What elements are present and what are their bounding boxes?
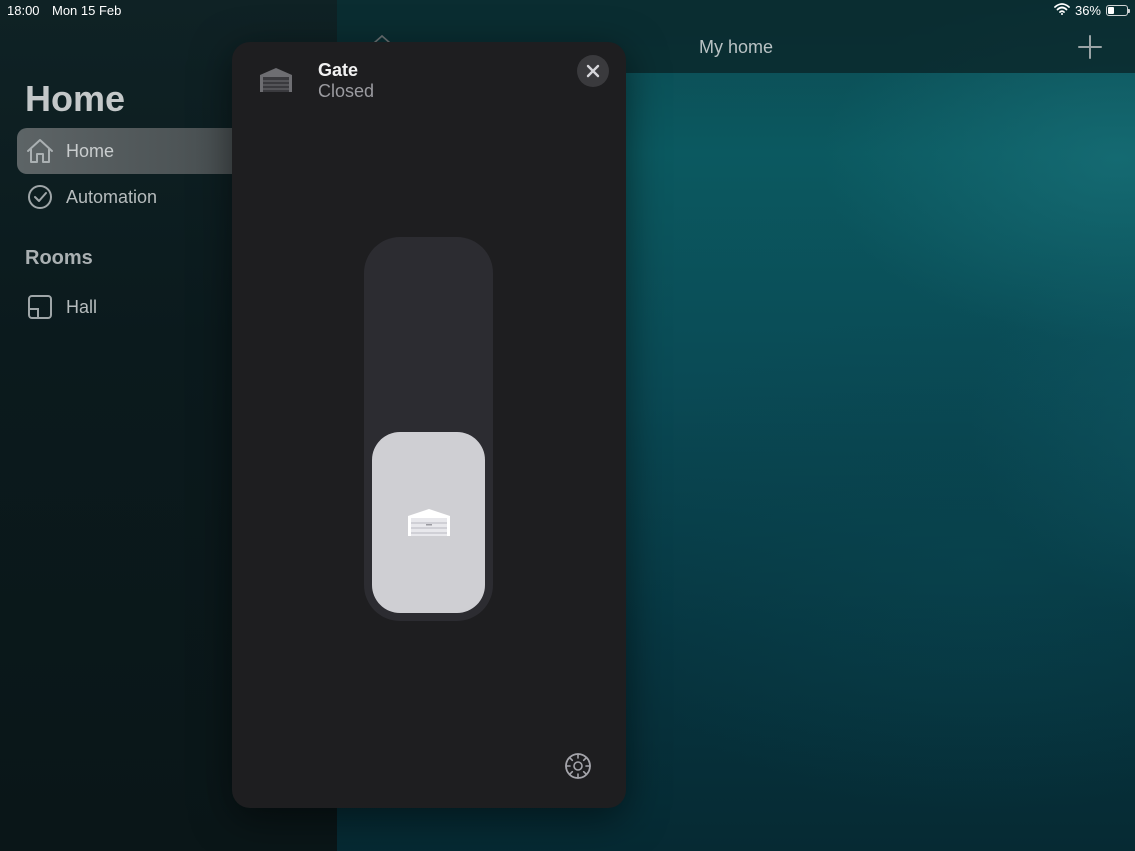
status-date: Mon 15 Feb bbox=[52, 3, 122, 18]
accessory-status: Closed bbox=[318, 81, 375, 101]
sidebar-item-hall[interactable]: Hall bbox=[17, 284, 247, 330]
status-indicators: 36% bbox=[1054, 3, 1130, 18]
sidebar-item-label: Hall bbox=[66, 296, 98, 317]
sidebar-item-label: Automation bbox=[66, 186, 158, 207]
status-time: 18:00 bbox=[7, 3, 40, 18]
home-app-screen: My home Home Home Automation Rooms Hall … bbox=[0, 0, 1135, 851]
settings-button[interactable] bbox=[562, 750, 594, 782]
accessory-detail-card: Gate Closed bbox=[232, 42, 626, 808]
gate-position-knob[interactable] bbox=[372, 432, 485, 613]
gate-position-control[interactable] bbox=[364, 237, 493, 621]
sidebar-item-home[interactable]: Home bbox=[17, 128, 247, 174]
close-button[interactable] bbox=[577, 55, 609, 87]
wifi-icon bbox=[1054, 3, 1070, 18]
close-icon bbox=[586, 64, 600, 78]
battery-percent: 36% bbox=[1074, 3, 1101, 18]
sidebar-title: Home bbox=[25, 78, 126, 119]
house-icon bbox=[26, 137, 54, 165]
garage-door-icon bbox=[407, 508, 450, 536]
gear-icon bbox=[565, 753, 591, 779]
room-icon bbox=[26, 293, 54, 321]
accessory-name: Gate bbox=[318, 60, 359, 80]
garage-door-icon bbox=[257, 66, 295, 94]
status-bar: 18:00 Mon 15 Feb 36% bbox=[0, 0, 1135, 22]
plus-icon[interactable] bbox=[1077, 34, 1103, 60]
clock-icon bbox=[26, 183, 54, 211]
battery-icon bbox=[1106, 5, 1130, 16]
rooms-section-title: Rooms bbox=[25, 247, 93, 269]
sidebar-item-automation[interactable]: Automation bbox=[17, 174, 247, 220]
sidebar-item-label: Home bbox=[66, 140, 115, 161]
